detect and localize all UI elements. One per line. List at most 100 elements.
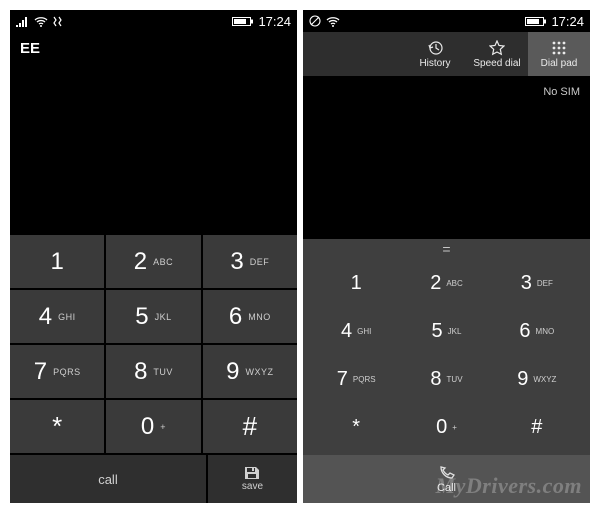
key-letters: GHI	[357, 327, 371, 336]
battery-icon	[525, 16, 547, 27]
tab-history[interactable]: History	[404, 32, 466, 76]
key-star[interactable]: *	[10, 400, 104, 453]
key-2[interactable]: 2 ABC	[106, 235, 200, 288]
key-5[interactable]: 5 JKL	[106, 290, 200, 343]
tab-dial-pad[interactable]: Dial pad	[528, 32, 590, 76]
key-8[interactable]: 8 TUV	[401, 355, 491, 403]
key-letters: JKL	[155, 312, 172, 322]
key-digit: 2	[430, 272, 441, 295]
call-button[interactable]: Call	[303, 455, 590, 503]
star-icon	[489, 40, 505, 56]
call-button[interactable]: call	[10, 455, 206, 503]
dial-panel: = 12ABC3DEF4GHI5JKL6MNO7PQRS8TUV9WXYZ*0+…	[303, 239, 590, 455]
phone-right: 17:24 History Speed dial Dial pad No SIM…	[303, 10, 590, 503]
phone-left: 17:24 EE 12ABC3DEF4GHI5JKL6MNO7PQRS8TUV9…	[10, 10, 297, 503]
key-digit: 7	[337, 368, 348, 391]
key-digit: 0	[436, 416, 447, 439]
key-digit: 7	[34, 358, 47, 386]
key-3[interactable]: 3 DEF	[492, 259, 582, 307]
key-digit: #	[531, 416, 542, 439]
dialpad-icon	[551, 40, 567, 56]
save-button[interactable]: save	[208, 455, 297, 503]
wifi-icon	[34, 16, 48, 27]
status-time: 17:24	[551, 14, 584, 29]
key-letters: +	[452, 423, 457, 432]
number-display: =	[303, 239, 590, 259]
key-1[interactable]: 1	[311, 259, 401, 307]
key-digit: 9	[517, 368, 528, 391]
key-0[interactable]: 0+	[401, 403, 491, 451]
key-pound[interactable]: #	[492, 403, 582, 451]
key-digit: 9	[226, 358, 239, 386]
status-time: 17:24	[258, 14, 291, 29]
key-digit: 2	[134, 248, 147, 276]
key-letters: TUV	[447, 375, 463, 384]
tab-label: Speed dial	[473, 58, 520, 69]
key-letters: PQRS	[353, 375, 376, 384]
key-digit: 6	[519, 320, 530, 343]
key-letters: DEF	[250, 257, 270, 267]
key-digit: 1	[351, 272, 362, 295]
key-1[interactable]: 1	[10, 235, 104, 288]
key-letters: TUV	[153, 367, 173, 377]
save-label: save	[242, 481, 263, 492]
key-2[interactable]: 2 ABC	[401, 259, 491, 307]
key-letters: WXYZ	[246, 367, 274, 377]
key-digit: 4	[39, 303, 52, 331]
key-7[interactable]: 7 PQRS	[10, 345, 104, 398]
empty-display	[303, 102, 590, 239]
no-signal-icon	[309, 15, 322, 27]
status-bar: 17:24	[10, 10, 297, 32]
bottom-bar: call save	[10, 455, 297, 503]
battery-icon	[232, 16, 254, 27]
tab-label: Dial pad	[541, 58, 578, 69]
call-label: Call	[437, 482, 456, 494]
key-digit: 3	[230, 248, 243, 276]
no-sim-label: No SIM	[303, 76, 590, 102]
key-digit: 6	[229, 303, 242, 331]
key-8[interactable]: 8 TUV	[106, 345, 200, 398]
key-digit: 8	[430, 368, 441, 391]
key-3[interactable]: 3 DEF	[203, 235, 297, 288]
key-0[interactable]: 0+	[106, 400, 200, 453]
key-5[interactable]: 5 JKL	[401, 307, 491, 355]
key-star[interactable]: *	[311, 403, 401, 451]
status-bar: 17:24	[303, 10, 590, 32]
key-digit: 3	[521, 272, 532, 295]
key-letters: ABC	[153, 257, 173, 267]
tab-label: History	[419, 58, 450, 69]
key-letters: PQRS	[53, 367, 81, 377]
key-pound[interactable]: #	[203, 400, 297, 453]
key-letters: JKL	[448, 327, 462, 336]
key-digit: 4	[341, 320, 352, 343]
key-letters: DEF	[537, 279, 553, 288]
signal-icon	[16, 16, 30, 27]
key-letters: +	[160, 422, 166, 432]
key-4[interactable]: 4 GHI	[10, 290, 104, 343]
top-tabs: History Speed dial Dial pad	[303, 32, 590, 76]
key-digit: 8	[134, 358, 147, 386]
key-4[interactable]: 4 GHI	[311, 307, 401, 355]
key-6[interactable]: 6 MNO	[492, 307, 582, 355]
key-7[interactable]: 7 PQRS	[311, 355, 401, 403]
key-letters: MNO	[248, 312, 271, 322]
key-digit: 5	[135, 303, 148, 331]
key-9[interactable]: 9 WXYZ	[203, 345, 297, 398]
keypad: 12ABC3DEF4GHI5JKL6MNO7PQRS8TUV9WXYZ*0+#	[10, 234, 297, 453]
key-digit: *	[352, 416, 360, 439]
empty-display	[10, 64, 297, 234]
key-letters: WXYZ	[533, 375, 556, 384]
key-digit: 5	[432, 320, 443, 343]
vibrate-icon	[52, 16, 64, 27]
key-6[interactable]: 6 MNO	[203, 290, 297, 343]
key-digit: 0	[141, 413, 154, 441]
key-digit: 1	[50, 248, 63, 276]
key-9[interactable]: 9 WXYZ	[492, 355, 582, 403]
tab-speed-dial[interactable]: Speed dial	[466, 32, 528, 76]
key-digit: #	[243, 411, 257, 442]
key-digit: *	[52, 411, 62, 442]
save-icon	[244, 466, 260, 480]
key-letters: GHI	[58, 312, 76, 322]
key-letters: MNO	[536, 327, 555, 336]
key-letters: ABC	[446, 279, 462, 288]
